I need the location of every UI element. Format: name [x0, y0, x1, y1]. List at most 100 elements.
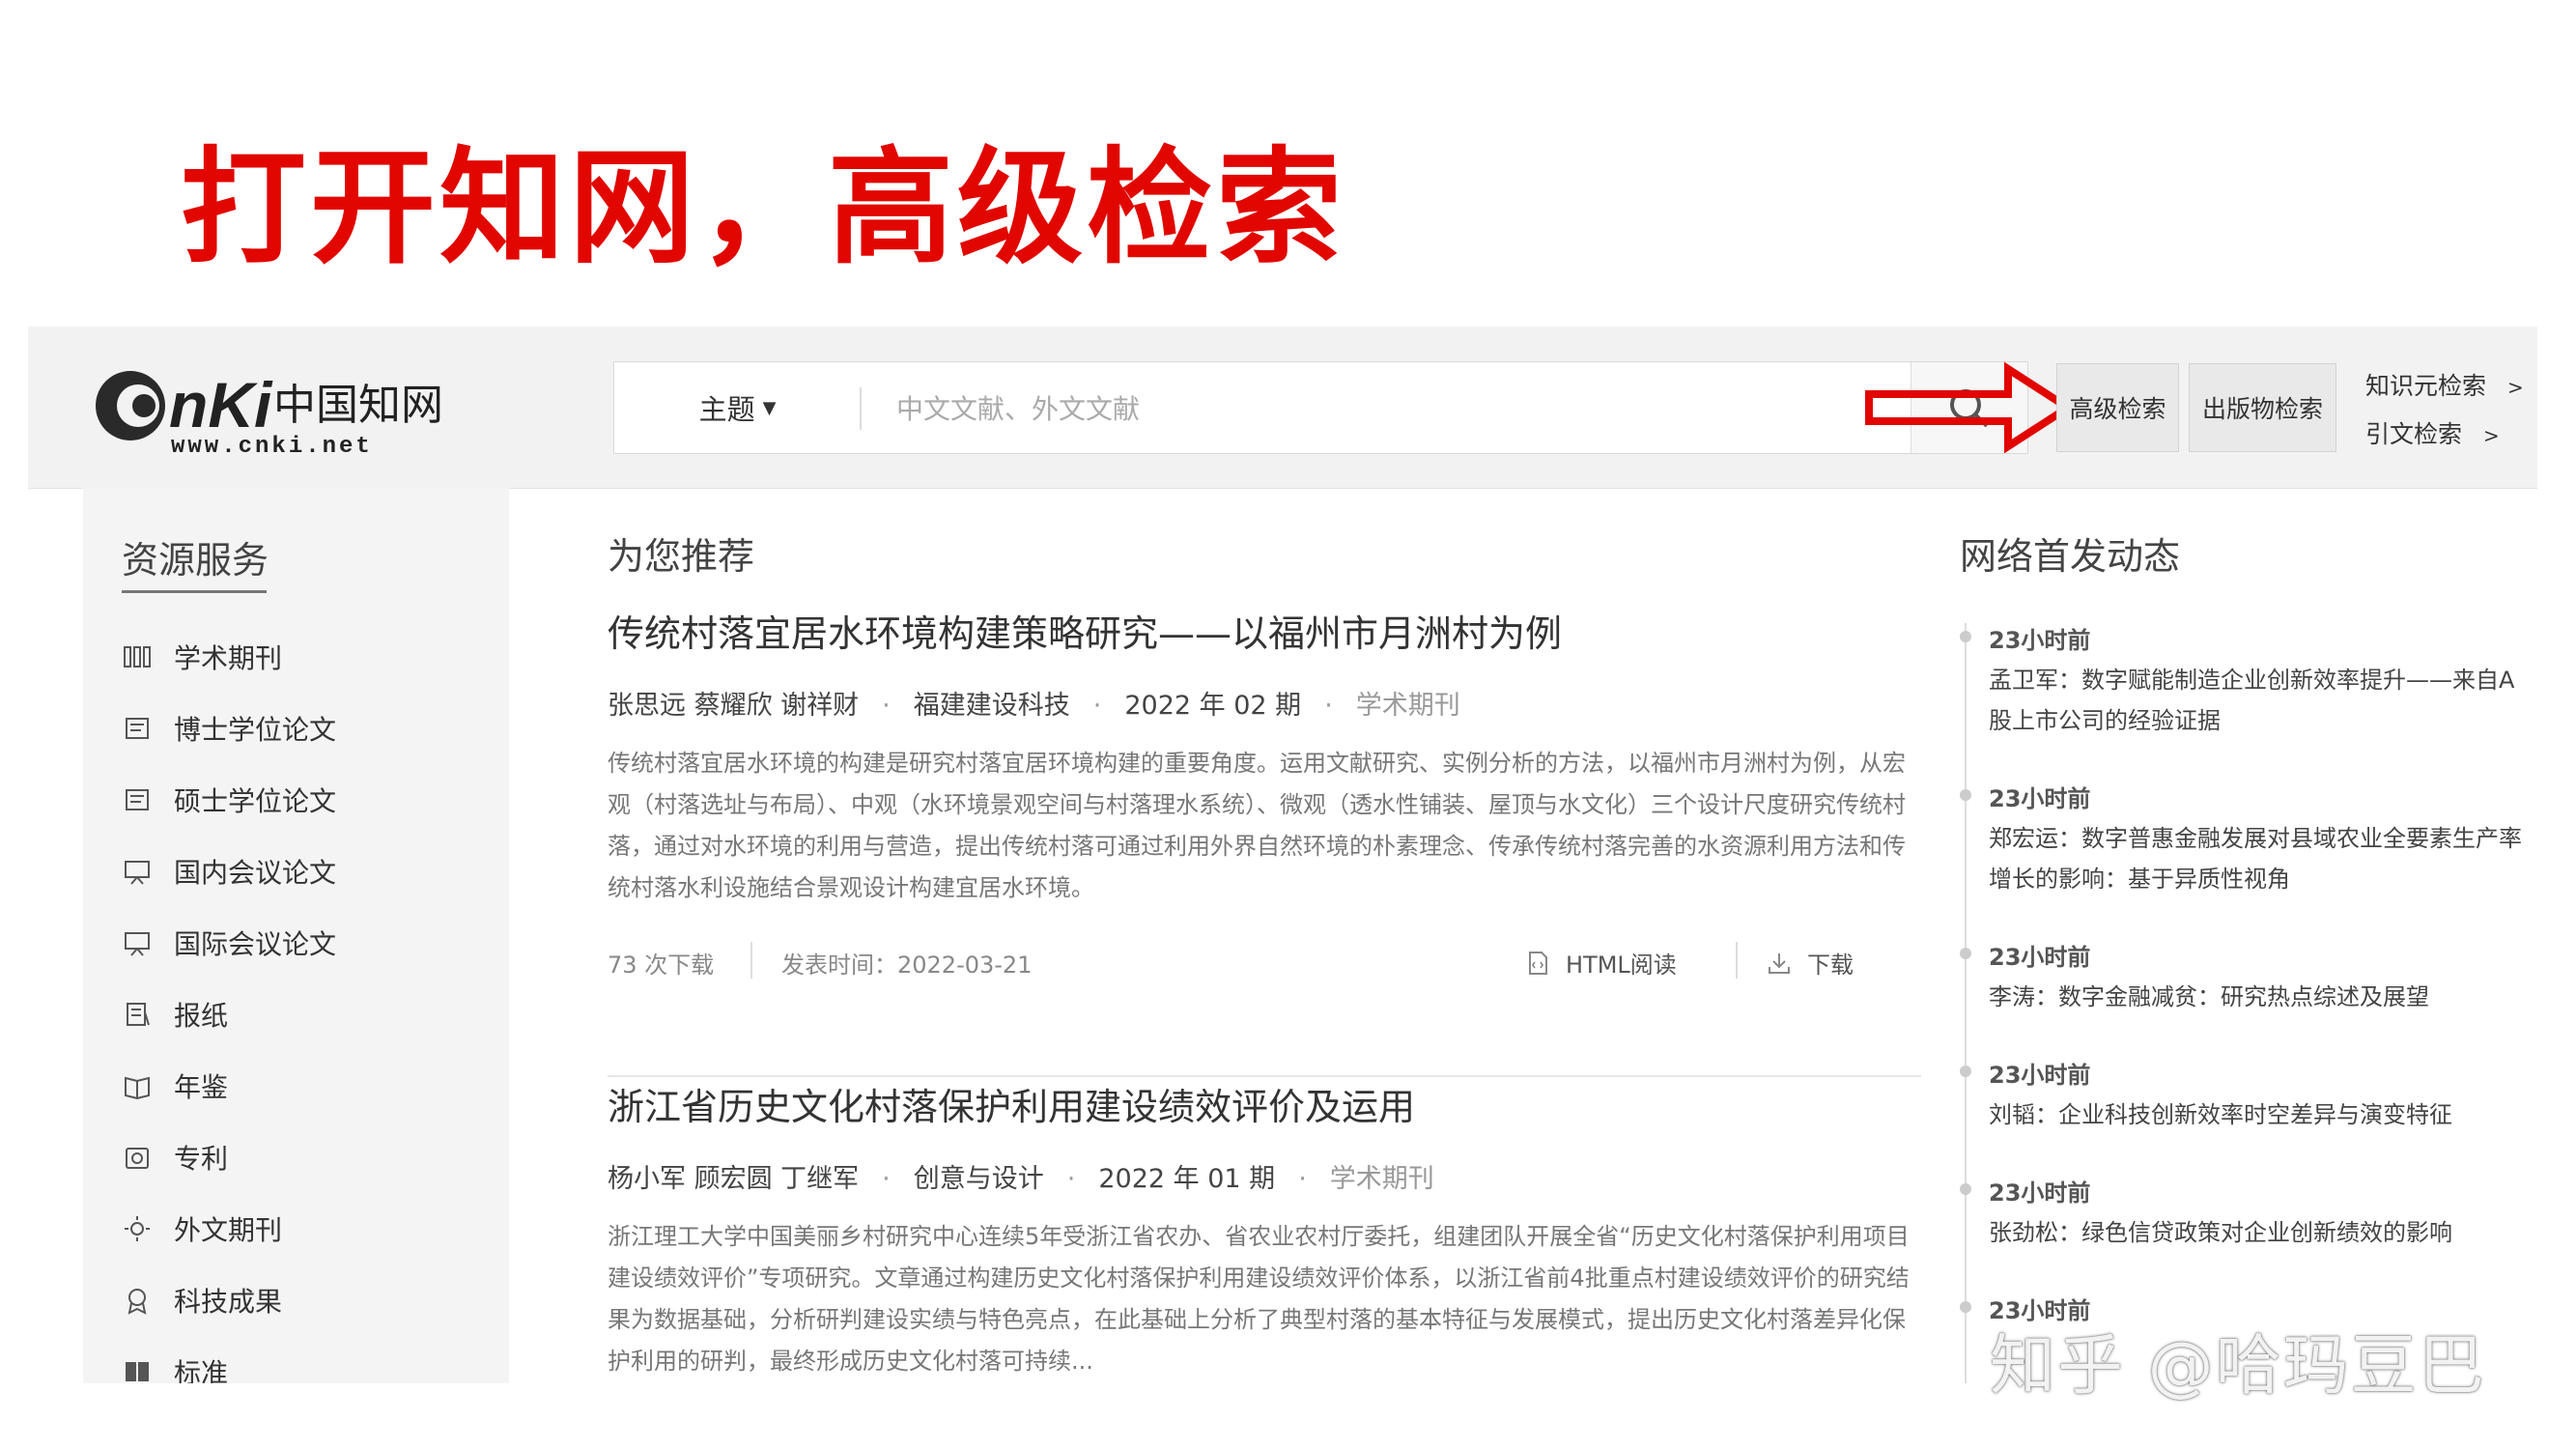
sidebar-item-label: 科技成果	[174, 1286, 283, 1318]
logo-url: www.cnki.net	[171, 434, 373, 456]
article-issue: 2022 年 02 期	[1124, 691, 1302, 721]
article-type: 学术期刊	[1329, 1164, 1434, 1194]
sidebar-item-phd-thesis[interactable]: 博士学位论文	[122, 704, 336, 753]
article-card: 浙江省历史文化村落保护利用建设绩效评价及运用 杨小军 顾宏圆 丁继军 · 创意与设计…	[608, 1077, 1921, 1382]
cnki-logo[interactable]: nKi 中国知网 www.cnki.net	[90, 363, 495, 460]
news-time: 23小时前	[1989, 627, 2091, 654]
standard-icon	[126, 1362, 149, 1381]
news-time: 23小时前	[1989, 944, 2091, 971]
download-button[interactable]: 下载	[1767, 946, 1854, 980]
search-input[interactable]	[894, 362, 1912, 455]
sidebar-item-domestic-conference[interactable]: 国内会议论文	[122, 847, 336, 895]
sidebar-item-newspaper[interactable]: 报纸	[122, 990, 228, 1038]
article-source[interactable]: 创意与设计	[914, 1164, 1044, 1194]
article-authors[interactable]: 张思远 蔡耀欣 谢祥财	[608, 691, 859, 721]
conference-icon	[125, 932, 150, 956]
article-authors[interactable]: 杨小军 顾宏圆 丁继军	[608, 1164, 859, 1194]
publish-date: 发表时间：2022-03-21	[781, 952, 1033, 979]
timeline-dot	[1960, 1183, 1971, 1195]
sidebar-item-patent[interactable]: 专利	[122, 1133, 228, 1181]
download-icon	[1769, 952, 1790, 974]
document-icon	[1529, 951, 1547, 975]
timeline-dot	[1960, 1301, 1971, 1313]
slide-title: 打开知网，高级检索	[181, 134, 1346, 281]
thesis-icon	[126, 789, 149, 810]
conference-icon	[125, 861, 150, 885]
download-count: 73 次下载	[608, 952, 715, 979]
publication-search-button[interactable]: 出版物检索	[2189, 363, 2336, 452]
search-box: 主题 ▼	[613, 361, 2028, 455]
sidebar-item-foreign-journal[interactable]: 外文期刊	[122, 1205, 282, 1253]
cnki-logo-mark: nKi 中国知网 www.cnki.net	[96, 369, 443, 460]
timeline-dot	[1960, 789, 1971, 801]
sidebar-item-master-thesis[interactable]: 硕士学位论文	[122, 776, 336, 824]
timeline-line	[1965, 623, 1967, 1383]
article-type: 学术期刊	[1355, 691, 1460, 721]
sidebar-item-standard[interactable]: 标准	[122, 1348, 228, 1383]
timeline-dot	[1960, 631, 1971, 642]
article-source[interactable]: 福建建设科技	[914, 691, 1070, 721]
red-arrow-icon	[1865, 361, 2076, 454]
chevron-right-icon: >	[2483, 424, 2500, 447]
sidebar-item-label: 报纸	[174, 1000, 229, 1032]
sidebar-title-underline	[122, 590, 267, 593]
sidebar-item-yearbook[interactable]: 年鉴	[122, 1062, 228, 1110]
sidebar-title: 资源服务	[122, 539, 269, 582]
thesis-icon	[126, 718, 149, 739]
sidebar-item-international-conference[interactable]: 国际会议论文	[122, 919, 336, 967]
news-text: 郑宏运：数字普惠金融发展对县域农业全要素生产率增长的影响：基于异质性视角	[1989, 825, 2522, 893]
timeline-dot	[1960, 948, 1971, 959]
caret-down-icon: ▼	[762, 397, 777, 418]
svg-text:nKi: nKi	[169, 369, 273, 440]
resource-sidebar: 资源服务 学术期刊 博士学位论文 硕士学位论文 国内会议论文 国际会议论文 报纸	[83, 488, 509, 1383]
article-issue: 2022 年 01 期	[1098, 1164, 1276, 1194]
download-label: 下载	[1807, 952, 1854, 979]
news-time: 23小时前	[1989, 1062, 2091, 1089]
timeline-dot	[1960, 1065, 1971, 1077]
html-read-button[interactable]: HTML阅读	[1525, 946, 1677, 980]
patent-icon	[126, 1148, 149, 1169]
html-read-label: HTML阅读	[1566, 952, 1677, 979]
sidebar-item-label: 国内会议论文	[174, 857, 337, 889]
header-bar: nKi 中国知网 www.cnki.net 主题 ▼ 高级检索 出版物检	[28, 327, 2537, 489]
sidebar-item-label: 硕士学位论文	[174, 785, 337, 817]
journal-icon	[124, 646, 151, 668]
news-time: 23小时前	[1989, 1179, 2091, 1207]
cnki-screenshot: nKi 中国知网 www.cnki.net 主题 ▼ 高级检索 出版物检	[28, 327, 2537, 1383]
citation-search-label: 引文检索	[2365, 420, 2463, 448]
news-text: 孟卫军：数字赋能制造企业创新效率提升——来自A股上市公司的经验证据	[1989, 667, 2515, 734]
sidebar-item-label: 标准	[174, 1357, 229, 1383]
foreign-journal-icon	[125, 1216, 150, 1241]
article-meta: 张思远 蔡耀欣 谢祥财 · 福建建设科技 · 2022 年 02 期 · 学术期刊	[608, 691, 1460, 721]
zhihu-watermark: 知乎 @哈玛豆巴	[1990, 1328, 2486, 1405]
search-type-label: 主题	[698, 393, 755, 426]
news-time: 23小时前	[1989, 785, 2091, 812]
chevron-right-icon: >	[2507, 376, 2524, 399]
news-text: 李涛：数字金融减贫：研究热点综述及展望	[1989, 983, 2429, 1010]
news-text: 张劲松：绿色信贷政策对企业创新绩效的影响	[1989, 1219, 2452, 1246]
knowledge-search-link[interactable]: 知识元检索 >	[2365, 367, 2524, 402]
article-card: 传统村落宜居水环境构建策略研究——以福州市月洲村为例 张思远 蔡耀欣 谢祥财 · 福…	[608, 604, 1921, 1077]
article-abstract: 传统村落宜居水环境的构建是研究村落宜居环境构建的重要角度。运用文献研究、实例分析…	[608, 750, 1906, 901]
sidebar-item-label: 专利	[174, 1143, 229, 1175]
news-text: 刘韬：企业科技创新效率时空差异与演变特征	[1989, 1101, 2452, 1128]
newspaper-icon	[127, 1003, 150, 1026]
sidebar-item-achievement[interactable]: 科技成果	[122, 1276, 282, 1324]
search-type-select[interactable]: 主题 ▼	[614, 362, 861, 453]
advanced-search-button[interactable]: 高级检索	[2056, 363, 2179, 452]
citation-search-link[interactable]: 引文检索 >	[2365, 415, 2500, 450]
knowledge-search-label: 知识元检索	[2365, 372, 2487, 400]
svg-text:中国知网: 中国知网	[273, 381, 443, 430]
yearbook-icon	[125, 1076, 150, 1100]
article-abstract: 浙江理工大学中国美丽乡村研究中心连续5年受浙江省农办、省农业农村厅委托，组建团队…	[608, 1223, 1910, 1375]
recommend-title: 为您推荐	[608, 535, 755, 578]
article-title[interactable]: 传统村落宜居水环境构建策略研究——以福州市月洲村为例	[608, 604, 1921, 657]
article-meta: 杨小军 顾宏圆 丁继军 · 创意与设计 · 2022 年 01 期 · 学术期刊	[608, 1164, 1434, 1194]
article-title[interactable]: 浙江省历史文化村落保护利用建设绩效评价及运用	[608, 1077, 1921, 1130]
sidebar-item-journal[interactable]: 学术期刊	[122, 633, 282, 681]
sidebar-item-label: 博士学位论文	[174, 714, 337, 746]
article-footer: 73 次下载 发表时间：2022-03-21 HTML阅读 下载	[608, 938, 1921, 986]
sidebar-item-label: 国际会议论文	[174, 928, 337, 960]
news-title: 网络首发动态	[1960, 535, 2181, 578]
recommend-section: 为您推荐 传统村落宜居水环境构建策略研究——以福州市月洲村为例 张思远 蔡耀欣 …	[608, 488, 1940, 1383]
